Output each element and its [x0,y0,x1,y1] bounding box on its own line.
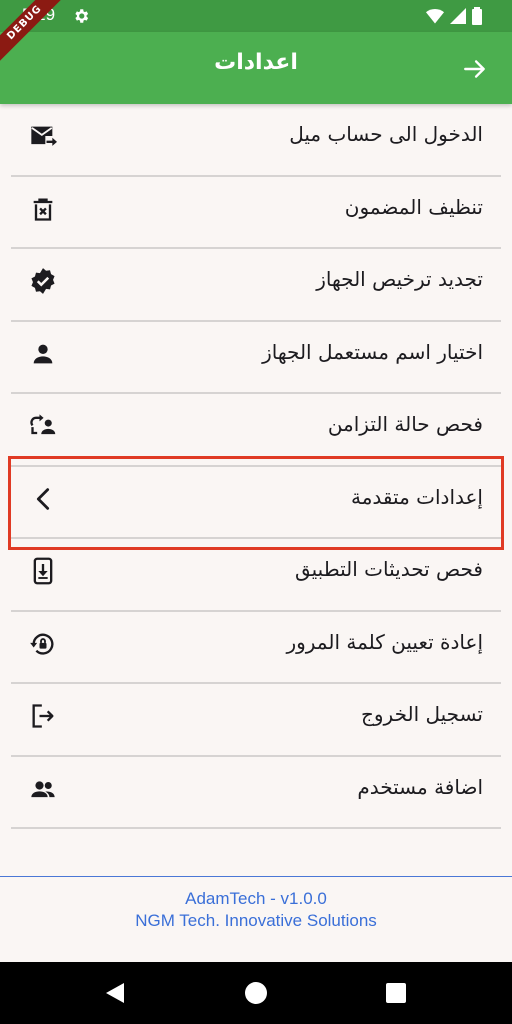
menu-item-label: تنظيف المضمون [344,194,483,219]
menu-item-mail-login[interactable]: الدخول الى حساب ميل [11,104,501,177]
footer-divider [0,876,512,877]
menu-item-check-updates[interactable]: فحص تحديثات التطبيق [11,539,501,612]
page-title: اعدادات [214,50,298,75]
menu-item-label: اختيار اسم مستعمل الجهاز [262,339,483,364]
verified-badge-icon [29,267,57,295]
settings-gear-icon [75,9,89,23]
menu-item-label: الدخول الى حساب ميل [289,122,483,146]
nav-home-icon[interactable] [245,982,267,1004]
menu-item-label: تجديد ترخيص الجهاز [316,267,483,291]
delete-forever-icon [29,195,57,223]
battery-icon [472,7,482,25]
menu-item-logout[interactable]: تسجيل الخروج [11,684,501,757]
phone-download-icon [29,557,57,585]
mail-forward-icon [29,122,57,150]
status-bar: 5:29 [0,0,512,32]
person-icon [29,340,57,368]
signal-icon [450,8,466,24]
menu-item-label: فحص حالة التزامن [327,412,483,436]
menu-item-reset-password[interactable]: إعادة تعيين كلمة المرور [11,612,501,684]
app-version: AdamTech - v1.0.0 [185,889,327,908]
menu-item-renew-license[interactable]: تجديد ترخيص الجهاز [11,249,501,322]
nav-recents-icon[interactable] [386,983,406,1003]
menu-item-clean-content[interactable]: تنظيف المضمون [11,177,501,249]
menu-item-add-user[interactable]: اضافة مستخدم [11,757,501,829]
app-bar: اعدادات [0,32,512,104]
settings-menu: الدخول الى حساب ميل تنظيف المضمون تجديد … [0,104,512,829]
logout-icon [29,702,57,730]
status-icons [426,7,482,25]
lock-reset-icon [29,630,57,658]
menu-item-label: تسجيل الخروج [360,702,483,726]
menu-item-advanced-settings[interactable]: إعدادات متقدمة [11,467,501,539]
arrow-forward-icon[interactable] [462,56,488,82]
wifi-icon [426,9,444,24]
nav-back-icon[interactable] [104,982,126,1004]
chevron-left-icon [29,485,57,513]
system-nav-bar [0,962,512,1024]
group-icon [29,775,57,803]
menu-item-choose-device-user[interactable]: اختيار اسم مستعمل الجهاز [11,322,501,394]
sync-person-icon [29,412,57,440]
menu-item-label: إعدادات متقدمة [351,484,483,509]
menu-item-label: اضافة مستخدم [357,774,483,799]
company-name: NGM Tech. Innovative Solutions [135,911,377,930]
footer: AdamTech - v1.0.0 NGM Tech. Innovative S… [0,888,512,932]
menu-item-sync-status[interactable]: فحص حالة التزامن [11,394,501,467]
menu-item-label: فحص تحديثات التطبيق [294,557,483,581]
menu-item-label: إعادة تعيين كلمة المرور [286,629,483,654]
